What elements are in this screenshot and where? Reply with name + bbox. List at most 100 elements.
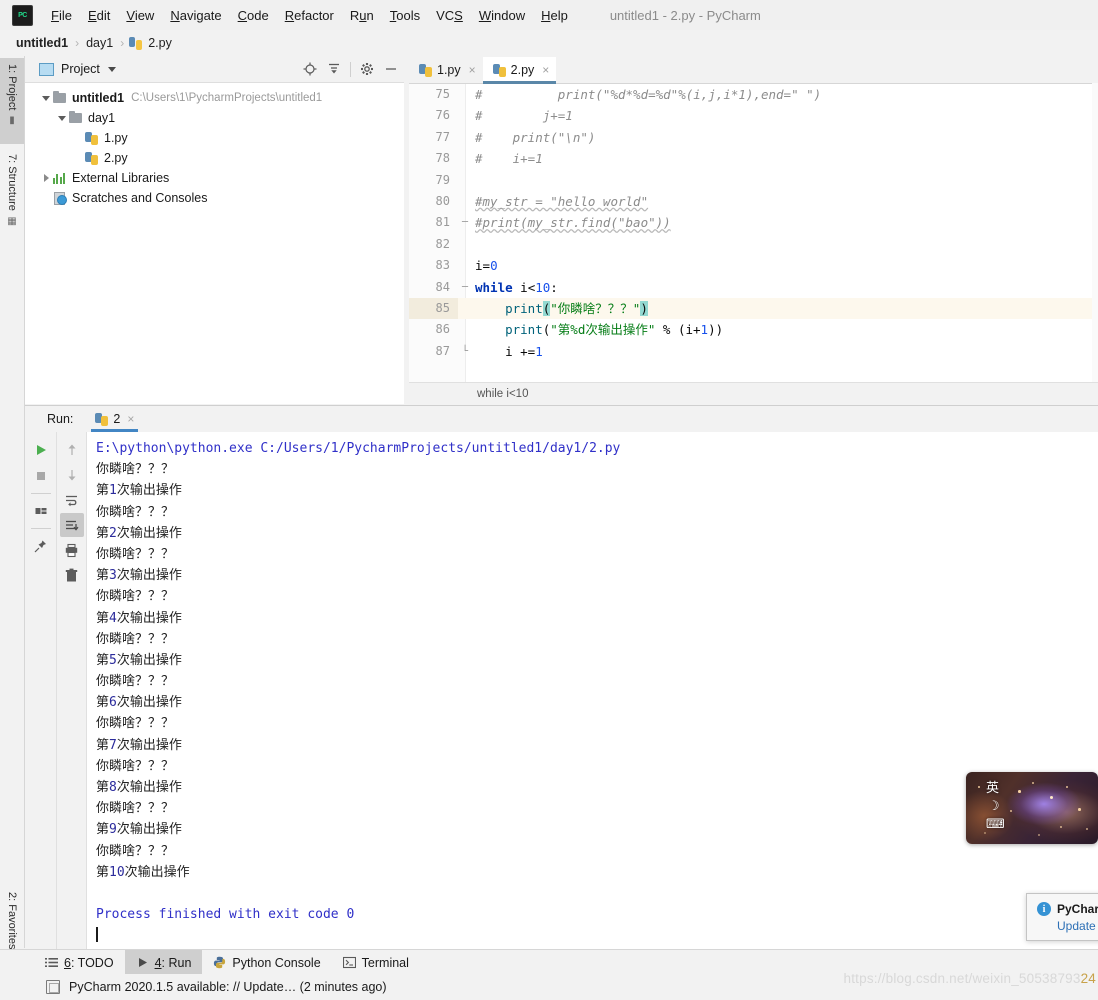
editor-tab-2-py[interactable]: 2.py × xyxy=(482,57,557,84)
code-line[interactable]: 81 ─ #print(my_str.find("bao")) xyxy=(409,212,1098,233)
toolwindow-button-6-todo[interactable]: 6: TODO xyxy=(34,950,125,975)
breadcrumb-file[interactable]: 2.py xyxy=(146,36,174,50)
toolwindow-button-python-console[interactable]: Python Console xyxy=(202,950,331,975)
code-line[interactable]: 86 print("第%d次输出操作" % (i+1)) xyxy=(409,319,1098,340)
close-icon[interactable]: × xyxy=(127,412,134,426)
menu-window[interactable]: Window xyxy=(471,5,533,26)
breadcrumb-folder[interactable]: day1 xyxy=(84,36,115,50)
run-tool-window: Run: 2 × E:\python\python.exe C:/Users/1… xyxy=(25,405,1098,949)
expand-arrow-down-icon[interactable] xyxy=(55,115,69,121)
code-fold-marker[interactable] xyxy=(458,84,472,105)
python-icon xyxy=(213,956,226,969)
tree-item-path: C:\Users\1\PycharmProjects\untitled1 xyxy=(131,92,323,104)
code-fold-marker[interactable] xyxy=(458,255,472,276)
code-line[interactable]: 79 xyxy=(409,170,1098,191)
menu-edit[interactable]: Edit xyxy=(80,5,118,26)
code-fold-marker[interactable] xyxy=(458,105,472,126)
stop-icon[interactable] xyxy=(29,464,53,488)
soft-wrap-icon[interactable] xyxy=(60,488,84,512)
python-file-icon xyxy=(85,131,98,145)
tree-item-scratches-and-consoles[interactable]: Scratches and Consoles xyxy=(25,188,408,208)
code-line[interactable]: 77 # print("\n") xyxy=(409,127,1098,148)
tree-item-day1[interactable]: day1 xyxy=(25,108,408,128)
keyboard-icon[interactable]: ⌨ xyxy=(986,816,1005,832)
project-file-tree[interactable]: untitled1 C:\Users\1\PycharmProjects\unti… xyxy=(25,83,408,208)
code-line[interactable]: 75 # print("%d*%d=%d"%(i,j,i*1),end=" ") xyxy=(409,84,1098,105)
line-number: 76 xyxy=(435,108,450,123)
hide-panel-icon[interactable] xyxy=(380,59,402,79)
chevron-down-icon[interactable] xyxy=(107,66,116,72)
print-icon[interactable] xyxy=(60,538,84,562)
line-number: 87 xyxy=(435,343,450,358)
up-arrow-icon[interactable] xyxy=(60,438,84,462)
code-line[interactable]: 78 # i+=1 xyxy=(409,148,1098,169)
menu-refactor[interactable]: Refactor xyxy=(277,5,342,26)
editor-tab-1-py[interactable]: 1.py × xyxy=(409,57,483,83)
locate-icon[interactable] xyxy=(299,59,321,79)
pin-tab-icon[interactable] xyxy=(29,534,53,558)
ime-mode-label[interactable]: 英 xyxy=(986,777,999,796)
expand-arrow-right-icon[interactable] xyxy=(39,174,53,182)
code-fold-marker[interactable] xyxy=(458,319,472,340)
run-configuration-tab[interactable]: 2 × xyxy=(91,407,139,432)
restore-layout-icon[interactable] xyxy=(29,499,53,523)
settings-gear-icon[interactable] xyxy=(356,59,378,79)
menu-vcs[interactable]: VCS xyxy=(428,5,471,26)
rerun-icon[interactable] xyxy=(29,438,53,462)
close-icon[interactable]: × xyxy=(542,63,549,77)
code-fold-marker[interactable] xyxy=(458,234,472,255)
code-line[interactable]: 85 print("你瞵啥？？？") xyxy=(409,297,1098,320)
tree-item-external-libraries[interactable]: External Libraries xyxy=(25,168,408,188)
sidebar-item-structure[interactable]: 7: Structure ▦ xyxy=(0,148,24,244)
notification-bell-icon[interactable] xyxy=(46,980,60,994)
code-fold-marker[interactable] xyxy=(458,148,472,169)
tree-item-1-py[interactable]: 1.py xyxy=(25,128,408,148)
update-notification-popup[interactable]: i PyChar Update xyxy=(1026,893,1098,941)
code-line[interactable]: 80 #my_str = "hello world" xyxy=(409,191,1098,212)
menu-run[interactable]: Run xyxy=(342,5,382,26)
menu-tools[interactable]: Tools xyxy=(382,5,428,26)
tree-item-2-py[interactable]: 2.py xyxy=(25,148,408,168)
notification-update-link[interactable]: Update xyxy=(1057,919,1098,933)
code-line[interactable]: 82 xyxy=(409,234,1098,255)
console-text: 次输出操作 xyxy=(116,610,182,626)
menu-view[interactable]: View xyxy=(118,5,162,26)
scroll-to-end-icon[interactable] xyxy=(59,513,84,537)
console-output[interactable]: E:\python\python.exe C:/Users/1/PycharmP… xyxy=(87,432,1098,949)
menu-code[interactable]: Code xyxy=(230,5,277,26)
toolwindow-button-4-run[interactable]: 4: Run xyxy=(124,950,203,975)
code-editor[interactable]: 75 # print("%d*%d=%d"%(i,j,i*1),end=" ") 7… xyxy=(409,84,1098,385)
console-text: 次输出操作 xyxy=(124,864,190,880)
tree-item-untitled1[interactable]: untitled1 C:\Users\1\PycharmProjects\unti… xyxy=(25,88,408,108)
code-fold-marker[interactable] xyxy=(458,170,472,191)
close-icon[interactable]: × xyxy=(469,63,476,77)
sidebar-item-project[interactable]: 1: Project ▮ xyxy=(0,58,24,144)
code-line[interactable]: 83 i=0 xyxy=(409,255,1098,276)
collapse-all-icon[interactable] xyxy=(323,59,345,79)
notification-title: PyChar xyxy=(1057,902,1098,916)
watermark-tail: 24 xyxy=(1080,971,1096,986)
code-line[interactable]: 87 └ i +=1 xyxy=(409,341,1098,362)
ime-floating-widget[interactable]: 英 ☽ ⌨ xyxy=(966,772,1098,844)
editor-scrollbar[interactable] xyxy=(1092,83,1098,382)
code-line[interactable]: 76 # j+=1 xyxy=(409,105,1098,126)
moon-icon[interactable]: ☽ xyxy=(988,798,1000,814)
editor-breadcrumb[interactable]: while i<10 xyxy=(477,388,528,400)
toolwindow-button-terminal[interactable]: Terminal xyxy=(332,950,420,975)
code-fold-marker[interactable]: ─ xyxy=(458,277,472,298)
clear-all-icon[interactable] xyxy=(60,563,84,587)
breadcrumb-project[interactable]: untitled1 xyxy=(14,36,70,50)
console-text: 第 xyxy=(96,610,110,626)
down-arrow-icon[interactable] xyxy=(60,463,84,487)
code-fold-marker[interactable]: └ xyxy=(458,341,472,362)
menu-help[interactable]: Help xyxy=(533,5,576,26)
code-line[interactable]: 84 ─ while i<10: xyxy=(409,277,1098,298)
menu-file[interactable]: File xyxy=(43,5,80,26)
code-fold-marker[interactable] xyxy=(458,191,472,212)
expand-arrow-down-icon[interactable] xyxy=(39,95,53,101)
code-fold-marker[interactable]: ─ xyxy=(458,212,472,233)
menu-navigate[interactable]: Navigate xyxy=(162,5,229,26)
code-fold-marker[interactable] xyxy=(458,298,472,319)
code-fold-marker[interactable] xyxy=(458,127,472,148)
status-message[interactable]: PyCharm 2020.1.5 available: // Update… (… xyxy=(69,980,387,994)
